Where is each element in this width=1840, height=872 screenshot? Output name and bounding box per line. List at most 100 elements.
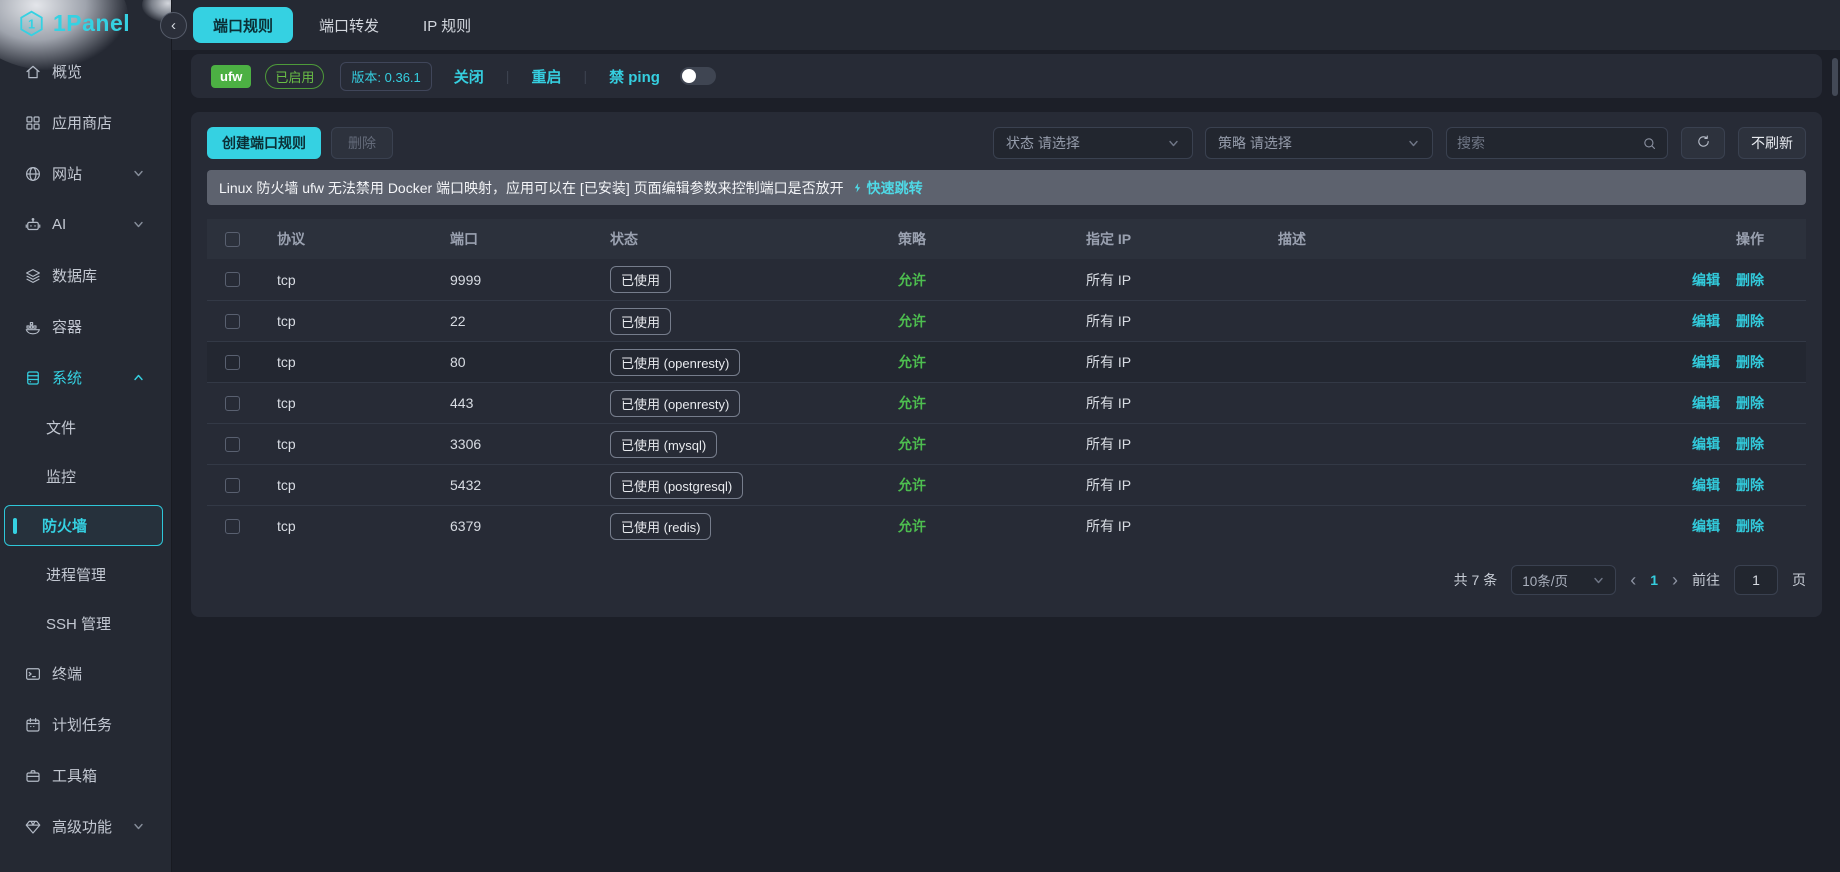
sidebar-item-app-store[interactable]: 应用商店 [0,97,171,148]
scrollbar-thumb[interactable] [1832,58,1838,96]
tab-label: 端口转发 [319,15,379,36]
current-page-number[interactable]: 1 [1650,572,1658,588]
ping-block-toggle[interactable] [680,67,716,85]
app-logo[interactable]: 1 1Panel [0,0,171,46]
prev-page-button[interactable]: ‹ [1630,571,1636,589]
next-page-button[interactable]: › [1672,571,1678,589]
delete-button[interactable]: 删除 [331,127,393,159]
sidebar-item-container[interactable]: 容器 [0,301,171,352]
row-checkbox[interactable] [225,355,240,370]
cell-protocol: tcp [277,272,450,288]
refresh-button[interactable] [1681,127,1725,159]
column-header-protocol: 协议 [277,229,450,249]
policy-filter-select[interactable]: 策略 请选择 [1205,127,1433,159]
quick-jump-link[interactable]: 快速跳转 [852,178,923,198]
table-row: tcp 9999 已使用 允许 所有 IP 编辑 删除 [207,259,1806,300]
sidebar-item-ai[interactable]: AI [0,199,171,250]
filter-group: 状态 请选择 策略 请选择 不刷新 [993,127,1806,159]
table-toolbar: 创建端口规则 删除 状态 请选择 策略 请选择 [207,127,1806,159]
edit-link[interactable]: 编辑 [1692,393,1720,413]
port-rules-card: 创建端口规则 删除 状态 请选择 策略 请选择 [191,112,1822,617]
cell-port: 3306 [450,436,610,452]
search-icon [1642,136,1657,151]
row-checkbox[interactable] [225,519,240,534]
firewall-restart-link[interactable]: 重启 [531,66,561,87]
sidebar-item-system[interactable]: 系统 [0,352,171,403]
sidebar-item-overview[interactable]: 概览 [0,46,171,97]
sidebar-subitem-label: SSH 管理 [46,613,111,634]
cell-policy: 允许 [898,395,926,411]
logo-hexagon-icon: 1 [17,9,46,38]
total-count-label: 共 7 条 [1454,570,1498,590]
banner-text: Linux 防火墙 ufw 无法禁用 Docker 端口映射，应用可以在 [已安… [219,178,844,198]
sidebar-item-cron[interactable]: 计划任务 [0,699,171,750]
sidebar-item-process[interactable]: 进程管理 [0,550,171,599]
no-refresh-button[interactable]: 不刷新 [1738,127,1806,159]
sidebar-item-firewall[interactable]: 防火墙 [4,505,163,546]
tab-label: 端口规则 [213,15,273,36]
app-store-icon [24,114,42,132]
search-input[interactable] [1457,135,1642,151]
sidebar-item-label: AI [52,216,66,233]
sidebar-item-advanced[interactable]: 高级功能 [0,801,171,852]
cell-protocol: tcp [277,313,450,329]
lightning-icon [852,182,864,194]
row-checkbox[interactable] [225,314,240,329]
delete-link[interactable]: 删除 [1736,434,1764,454]
edit-link[interactable]: 编辑 [1692,270,1720,290]
cell-ip: 所有 IP [1086,311,1278,331]
status-filter-select[interactable]: 状态 请选择 [993,127,1193,159]
delete-link[interactable]: 删除 [1736,311,1764,331]
svg-text:1: 1 [28,17,35,31]
select-all-checkbox[interactable] [225,232,240,247]
table-row: tcp 443 已使用 (openresty) 允许 所有 IP 编辑 删除 [207,382,1806,423]
create-port-rule-button[interactable]: 创建端口规则 [207,127,321,159]
status-badge: 已使用 (redis) [610,513,711,540]
sidebar-item-toolbox[interactable]: 工具箱 [0,750,171,801]
delete-link[interactable]: 删除 [1736,516,1764,536]
table-body: tcp 9999 已使用 允许 所有 IP 编辑 删除 tcp 22 已使用 允… [207,259,1806,546]
tab-port-rules[interactable]: 端口规则 [193,7,293,43]
sidebar-item-website[interactable]: 网站 [0,148,171,199]
delete-link[interactable]: 删除 [1736,475,1764,495]
column-header-status: 状态 [610,229,898,249]
sidebar-collapse-button[interactable]: ‹ [160,12,187,39]
sidebar-item-terminal[interactable]: 终端 [0,648,171,699]
edit-link[interactable]: 编辑 [1692,516,1720,536]
toolbox-icon [24,767,42,785]
delete-link[interactable]: 删除 [1736,352,1764,372]
tab-label: IP 规则 [423,15,471,36]
edit-link[interactable]: 编辑 [1692,434,1720,454]
goto-page-input[interactable] [1734,565,1778,595]
row-checkbox[interactable] [225,272,240,287]
cell-port: 22 [450,313,610,329]
column-header-port: 端口 [450,229,610,249]
row-checkbox[interactable] [225,437,240,452]
toggle-knob [682,69,696,83]
edit-link[interactable]: 编辑 [1692,352,1720,372]
collapse-chevron-icon: ‹ [171,17,176,34]
status-badge: 已使用 (mysql) [610,431,717,458]
page-size-select[interactable]: 10条/页 [1511,565,1616,595]
chevron-down-icon [132,167,145,180]
edit-link[interactable]: 编辑 [1692,311,1720,331]
tab-port-forwarding[interactable]: 端口转发 [301,7,397,43]
tab-ip-rules[interactable]: IP 规则 [405,7,489,43]
edit-link[interactable]: 编辑 [1692,475,1720,495]
table-header-row: 协议 端口 状态 策略 指定 IP 描述 操作 [207,219,1806,259]
firewall-stop-link[interactable]: 关闭 [454,66,484,87]
cell-protocol: tcp [277,354,450,370]
delete-link[interactable]: 删除 [1736,270,1764,290]
delete-link[interactable]: 删除 [1736,393,1764,413]
logo-text: 1Panel [53,10,130,37]
cell-port: 5432 [450,477,610,493]
sidebar-item-ssh[interactable]: SSH 管理 [0,599,171,648]
row-checkbox[interactable] [225,396,240,411]
divider: | [506,68,510,84]
cell-protocol: tcp [277,518,450,534]
sidebar-item-files[interactable]: 文件 [0,403,171,452]
row-checkbox[interactable] [225,478,240,493]
sidebar-item-monitor[interactable]: 监控 [0,452,171,501]
sidebar-item-label: 系统 [52,367,82,388]
sidebar-item-database[interactable]: 数据库 [0,250,171,301]
